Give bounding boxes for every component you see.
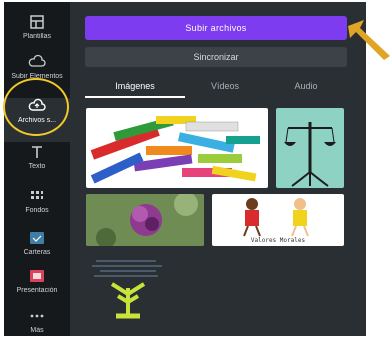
sidebar-item-label: Plantillas <box>22 33 51 40</box>
sidebar-item-label: Texto <box>28 163 46 170</box>
sidebar-item-label: Fondos <box>25 207 49 214</box>
templates-icon <box>30 15 44 29</box>
colorful-word-labels-image[interactable] <box>86 108 268 188</box>
tab-images[interactable]: Imágenes <box>85 76 185 98</box>
word-tree-image[interactable] <box>86 254 172 326</box>
sync-button[interactable]: Sincronizar <box>85 47 347 67</box>
video-icon <box>30 270 44 282</box>
kids-values-image[interactable]: Valores Morales <box>212 194 344 246</box>
purple-flower-image[interactable] <box>86 194 204 246</box>
upload-files-button[interactable]: Subir archivos <box>85 16 347 40</box>
pointer-arrow-icon <box>348 20 390 60</box>
sidebar-item-backgrounds[interactable]: Fondos <box>4 188 70 232</box>
sidebar-item-presentation[interactable]: Presentación <box>4 268 70 312</box>
sidebar-item-more[interactable]: Más <box>4 308 70 338</box>
tab-audio[interactable]: Audio <box>265 76 347 98</box>
media-tabs: Imágenes Vídeos Audio <box>85 76 347 98</box>
image-icon <box>30 232 44 244</box>
text-icon <box>32 146 42 158</box>
upload-cloud-icon <box>28 54 46 67</box>
sidebar-item-templates[interactable]: Plantillas <box>4 14 70 58</box>
background-icon <box>31 191 43 199</box>
sidebar-item-label: Carteras <box>23 249 51 256</box>
sidebar-item-label: Presentación <box>16 287 58 294</box>
image-caption: Valores Morales <box>250 237 306 244</box>
highlight-circle <box>3 78 69 136</box>
tab-videos[interactable]: Vídeos <box>185 76 265 98</box>
more-dots-icon <box>30 314 44 318</box>
scales-tree-image[interactable] <box>276 108 344 188</box>
sidebar-item-text[interactable]: Texto <box>4 144 70 188</box>
sidebar-item-label: Más <box>30 327 44 334</box>
left-sidebar: Plantillas Subir Elementos Archivos s...… <box>4 2 70 336</box>
